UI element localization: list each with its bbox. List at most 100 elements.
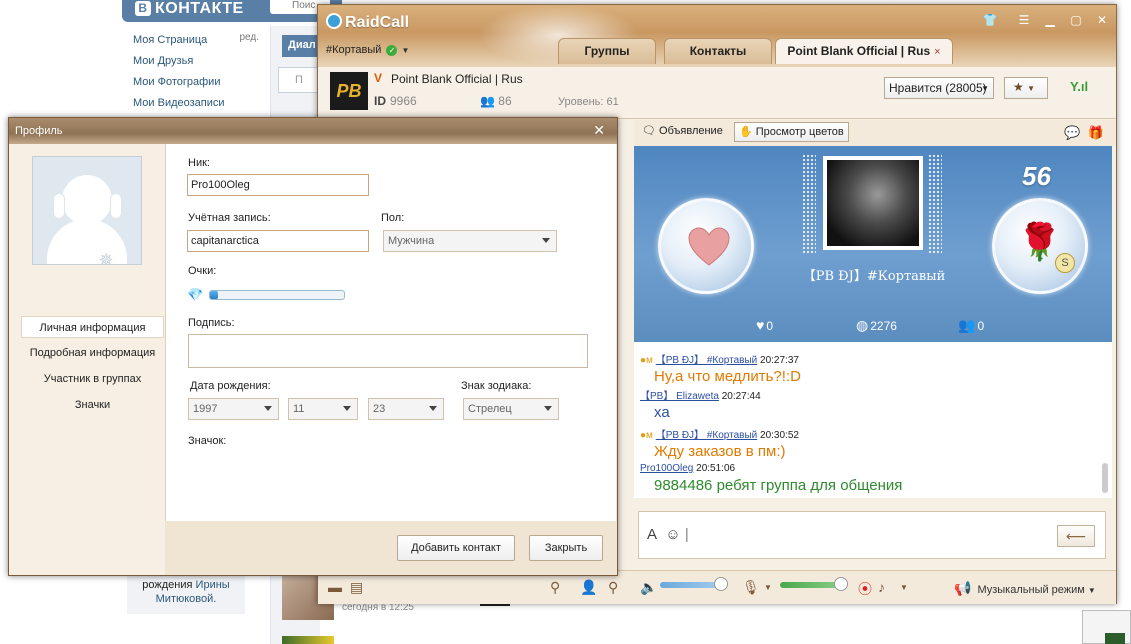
nav-badges[interactable]: Значки (21, 394, 164, 416)
chevron-down-icon[interactable]: ▼ (900, 583, 908, 592)
chat-message-text: Жду заказов в пм:) (654, 443, 786, 460)
speaker-volume-slider[interactable] (660, 577, 728, 591)
channel-logo[interactable]: PB (330, 72, 368, 110)
emoji-icon[interactable]: ☺ (665, 526, 680, 543)
tab-close-icon[interactable]: × (934, 46, 940, 58)
dj-avatar[interactable] (823, 156, 923, 250)
chat-message-meta: ●м 【PB ĐJ】 #Кортавый 20:30:52 (640, 426, 799, 441)
tab-channel[interactable]: Point Blank Official | Rus × (775, 38, 953, 64)
music-note-icon[interactable]: ♪ (878, 579, 885, 595)
raidcall-logo: RaidCall (326, 13, 409, 32)
vk-menu-edit-link[interactable]: ред. (239, 32, 259, 43)
gender-label: Пол: (381, 212, 405, 224)
gift-orb[interactable]: 🌹 S (992, 198, 1088, 294)
card-icon[interactable]: ▤ (350, 579, 363, 596)
mic-mute-icon[interactable]: 🎙 (742, 579, 760, 596)
tab-groups[interactable]: Группы (558, 38, 656, 64)
list-icon[interactable]: ▬ (328, 579, 342, 595)
view-colors-button[interactable]: ✋ Просмотр цветов (734, 122, 849, 142)
profile-avatar[interactable]: ✵ (32, 156, 142, 265)
vk-dialog-search[interactable]: П (278, 67, 322, 93)
gift-icon[interactable]: 🎁 (1088, 125, 1104, 140)
chat-sender[interactable]: 【PB ĐJ】 #Кортавый (656, 430, 758, 441)
close-icon[interactable]: ✕ (593, 122, 605, 139)
signature-field[interactable] (188, 334, 588, 368)
font-icon[interactable]: A (647, 526, 657, 543)
chat-history: ●м 【PB ĐJ】 #Кортавый 20:27:37 Ну,а что м… (634, 342, 1112, 498)
like-button[interactable]: Нравится (28005) ▼ (884, 77, 994, 99)
heart-icon (688, 227, 730, 266)
vk-menu-videos[interactable]: Мои Видеозаписи (133, 95, 263, 116)
birth-month-select[interactable]: 11 (288, 398, 358, 420)
add-contact-button[interactable]: Добавить контакт (397, 535, 515, 561)
fans-icon: 👥 (958, 317, 976, 333)
vk-birthday-name-first[interactable]: Ирины (196, 579, 230, 591)
maximize-icon[interactable]: ▢ (1068, 13, 1084, 27)
birth-year-select[interactable]: 1997 (188, 398, 279, 420)
favorite-button[interactable]: ★ ▼ (1004, 77, 1048, 99)
profile-dialog: Профиль ✕ ✵ Личная информация Подробная … (8, 117, 618, 576)
user-status-selector[interactable]: #Кортавый ✓ ▼ (326, 44, 409, 56)
slider-knob[interactable] (714, 577, 728, 591)
vk-logo[interactable]: В КОНТАКТЕ (135, 0, 244, 18)
minimize-icon[interactable]: ▁ (1042, 13, 1058, 27)
speaker-icon[interactable]: 🔈 (640, 579, 657, 596)
music-mode-label: Музыкальный режим (977, 584, 1085, 596)
dj-profile-card: 🌹 S 56 【PB ĐJ】#Кортавый ♥ 0 ◍ 2276 👥 0 (634, 146, 1112, 342)
message-input[interactable]: A ☺ | ⟵ (638, 511, 1106, 559)
vk-menu-friends[interactable]: Мои Друзья (133, 53, 263, 74)
badge-label: Значок: (188, 435, 227, 447)
skin-icon[interactable]: 👕 (982, 13, 998, 27)
record-icon[interactable]: ⦿ (858, 579, 872, 599)
send-button[interactable]: ⟵ (1057, 525, 1095, 547)
menu-icon[interactable]: ☰ (1016, 13, 1032, 27)
user-icon[interactable]: 👤 (580, 579, 597, 596)
location-icon[interactable]: ⚲ (550, 579, 560, 596)
vk-menu-photos[interactable]: Мои Фотографии (133, 74, 263, 95)
chat-message-text: 9884486 ребят группа для общения (654, 477, 903, 494)
raidcall-logo-text: RaidCall (345, 14, 410, 31)
profile-sidebar: ✵ Личная информация Подробная информация… (9, 144, 165, 575)
chat-sender[interactable]: 【PB】 Elizaweta (640, 391, 719, 402)
avatar-head (62, 175, 112, 225)
close-button[interactable]: Закрыть (529, 535, 603, 561)
toolbar-extra-icons: 💬 🎁 (1064, 125, 1104, 141)
chevron-down-icon[interactable]: ▼ (764, 583, 772, 592)
raidcall-titlebar[interactable]: RaidCall #Кортавый ✓ ▼ Группы Контакты Poi… (318, 5, 1116, 67)
nav-detailed-info[interactable]: Подробная информация (21, 342, 164, 364)
nav-groups[interactable]: Участник в группах (21, 368, 164, 390)
chat-scrollbar[interactable] (1102, 463, 1108, 493)
nav-personal-info[interactable]: Личная информация (21, 316, 164, 338)
chat-settings-icon[interactable]: 💬 (1064, 125, 1080, 140)
gender-select[interactable]: Мужчина (383, 230, 557, 252)
vk-birthday-name-last[interactable]: Митюковой. (156, 593, 217, 605)
tab-contacts[interactable]: Контакты (664, 38, 772, 64)
music-mode-button[interactable]: 📢 Музыкальный режим ▼ (954, 580, 1096, 597)
channel-id-value: 9966 (390, 94, 417, 108)
vk-dialogs-tab[interactable]: Диал (282, 35, 322, 57)
taskbar-window-preview[interactable] (1082, 610, 1131, 644)
online-status-icon: ✓ (386, 45, 398, 56)
channel-level: Уровень: 61 (558, 96, 619, 108)
vk-feed-avatar-2[interactable] (282, 636, 334, 644)
profile-dialog-titlebar[interactable]: Профиль ✕ (9, 118, 617, 144)
zodiac-select[interactable]: Стрелец (463, 398, 559, 420)
chevron-down-icon (343, 406, 351, 411)
search-icon[interactable]: ⚲ (608, 579, 618, 596)
announcement-button[interactable]: 🗨 Объявление (638, 122, 727, 142)
tab-contacts-label: Контакты (689, 44, 747, 58)
nick-field[interactable]: Pro100Oleg (187, 174, 369, 196)
close-icon[interactable]: ✕ (1094, 13, 1110, 27)
vk-logo-icon: В (135, 1, 151, 16)
headphones-icon (110, 193, 122, 219)
chat-sender[interactable]: 【PB ĐJ】 #Кортавый (656, 355, 758, 366)
birth-day-select[interactable]: 23 (368, 398, 444, 420)
dj-avatar-photo (827, 160, 919, 246)
mic-volume-slider[interactable] (780, 577, 848, 591)
members-icon: 👥 (480, 94, 495, 108)
chat-sender[interactable]: Pro100Oleg (640, 463, 693, 474)
account-field[interactable]: capitanarctica (187, 230, 369, 252)
chevron-down-icon (264, 406, 272, 411)
hearts-orb[interactable] (658, 198, 754, 294)
slider-knob[interactable] (834, 577, 848, 591)
